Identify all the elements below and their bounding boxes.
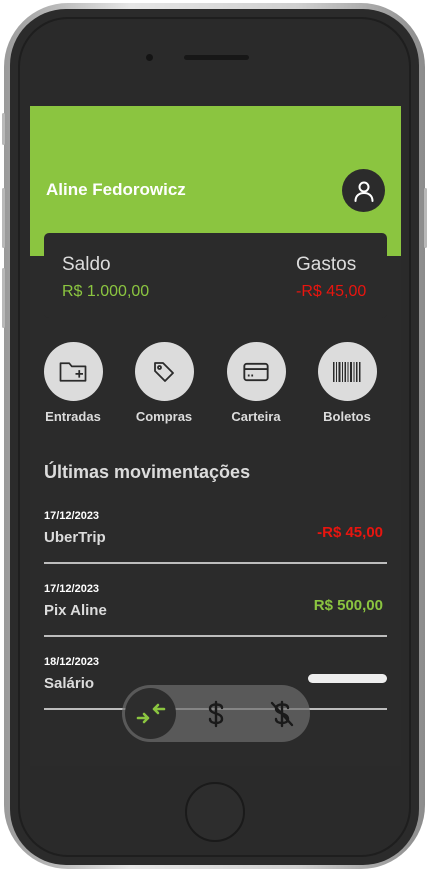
action-carteira-button[interactable]	[226, 342, 286, 401]
transactions-title: Últimas movimentações	[44, 462, 251, 482]
transaction-amount: R$ 500,00	[313, 597, 383, 614]
transaction-date: 17/12/2023	[44, 583, 100, 595]
action-boletos-button[interactable]	[317, 342, 377, 401]
volume-up-button	[2, 188, 5, 248]
action-entradas[interactable]: Entradas	[43, 342, 103, 424]
action-carteira[interactable]: Carteira	[226, 342, 286, 424]
transaction-name: Pix Aline	[44, 602, 107, 619]
saldo-value: R$ 1.000,00	[62, 283, 150, 300]
transaction-name: Salário	[44, 675, 95, 692]
saldo-label: Saldo	[62, 254, 111, 275]
gastos-value: -R$ 45,00	[296, 283, 367, 300]
user-name: Aline Fedorowicz	[46, 180, 186, 199]
avatar[interactable]	[342, 169, 385, 212]
credit-card-icon	[243, 362, 269, 381]
gastos-label: Gastos	[296, 254, 357, 275]
mute-switch	[2, 113, 5, 145]
transaction-date: 17/12/2023	[44, 510, 100, 522]
dollar-off-icon	[270, 700, 293, 727]
action-boletos-label: Boletos	[323, 409, 371, 424]
user-icon	[354, 181, 373, 202]
barcode-icon	[333, 361, 361, 382]
power-button	[424, 188, 427, 248]
nav-transfers[interactable]	[125, 688, 176, 739]
volume-down-button	[2, 268, 5, 328]
action-compras-button[interactable]	[134, 342, 194, 401]
nav-expenses[interactable]	[256, 688, 307, 739]
balance-card: Saldo R$ 1.000,00 Gastos -R$ 45,00	[44, 233, 387, 318]
app-screen: Aline Fedorowicz Saldo R$ 1.000,00 Gasto…	[30, 106, 401, 766]
camera	[146, 54, 153, 61]
nav-income[interactable]	[190, 688, 241, 739]
action-entradas-label: Entradas	[45, 409, 101, 424]
transfer-arrows-icon	[136, 703, 165, 723]
home-button[interactable]	[185, 782, 245, 842]
action-compras-label: Compras	[135, 409, 193, 424]
tag-icon	[154, 361, 174, 382]
amount-loading-placeholder	[308, 674, 387, 683]
transaction-date: 18/12/2023	[44, 656, 100, 668]
bottom-nav	[122, 685, 310, 742]
action-carteira-label: Carteira	[231, 409, 281, 424]
dollar-icon	[208, 700, 223, 727]
transaction-row[interactable]: 17/12/2023 UberTrip -R$ 45,00	[44, 510, 387, 564]
action-compras[interactable]: Compras	[134, 342, 194, 424]
action-entradas-button[interactable]	[43, 342, 103, 401]
transaction-row[interactable]: 17/12/2023 Pix Aline R$ 500,00	[44, 583, 387, 637]
transaction-name: UberTrip	[44, 529, 106, 546]
speaker	[184, 55, 249, 60]
transaction-amount: -R$ 45,00	[317, 524, 383, 541]
folder-plus-icon	[59, 361, 87, 382]
action-boletos[interactable]: Boletos	[317, 342, 377, 424]
